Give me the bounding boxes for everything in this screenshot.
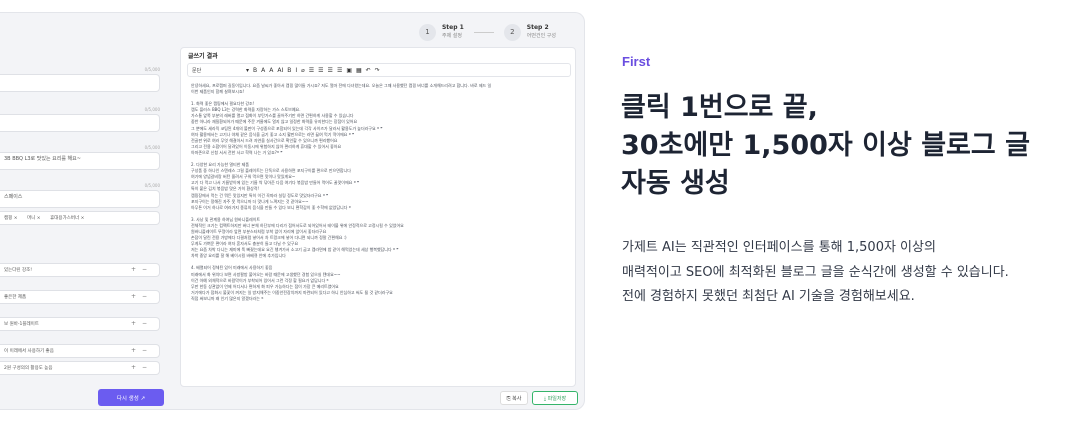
outline-row[interactable]: 보 원바-1플레이트 +− (0, 317, 160, 331)
outline-row-label: 이 이래에서 사용하기 좋음 (4, 349, 54, 354)
dropdown-icon[interactable]: ▾ (246, 67, 249, 74)
settings-panel: 0/5,000 0/5,000 0/5,000 3B BBQ L3로 맛있는 요… (0, 47, 172, 375)
outline-row[interactable]: 있는다린 강조! +− (0, 263, 160, 277)
step-indicator: 1 Step 1 주제 설정 2 Step 2 어떤건인 구성 (418, 17, 556, 47)
plus-minus-icon[interactable]: +− (131, 347, 153, 354)
step-2-title: Step 2 (526, 24, 549, 31)
char-counter: 0/5,000 (144, 67, 160, 72)
keyword-chip[interactable]: 머니 × (27, 215, 40, 222)
plus-minus-icon[interactable]: +− (131, 364, 153, 371)
italic-icon[interactable]: I (295, 67, 297, 74)
description-line: 전에 경험하지 못했던 최첨단 AI 기술을 경험해보세요. (622, 289, 915, 304)
step-2-number: 2 (503, 23, 521, 41)
keyword-chip[interactable]: 캠핑 × (4, 215, 17, 222)
action-bar: 다시 생성 ↗ ⎘ 복사 ⤓ 파일저장 (0, 387, 584, 409)
numbered-list-icon[interactable]: ☰ (318, 67, 323, 74)
step-1-title: Step 1 (441, 24, 464, 31)
headline-line: 클릭 1번으로 끝, (621, 92, 818, 123)
save-file-button[interactable]: ⤓ 파일저장 (532, 391, 578, 405)
image-icon[interactable]: ▣ (346, 67, 352, 74)
step-1-number: 1 (418, 23, 436, 41)
outline-row[interactable]: 이 이래에서 사용하기 좋음 +− (0, 344, 160, 358)
outline-row-label: 보 원바-1플레이트 (4, 322, 39, 327)
undo-icon[interactable]: ↶ (366, 67, 371, 74)
description: 가제트 AI는 직관적인 인터페이스를 통해 1,500자 이상의 매력적이고 … (622, 236, 1074, 310)
table-icon[interactable]: ▦ (356, 67, 362, 74)
step-1-subtitle: 주제 설정 (441, 33, 462, 39)
step-1[interactable]: 1 Step 1 주제 설정 (418, 23, 464, 41)
outline-row[interactable]: 좋은한 제품 +− (0, 290, 160, 304)
plus-minus-icon[interactable]: +− (131, 266, 153, 273)
input-field-2[interactable] (0, 114, 160, 132)
section-eyebrow: First (622, 54, 651, 69)
outline-row-label: 좋은한 제품 (4, 295, 27, 300)
input-field-1[interactable] (0, 74, 160, 92)
copy-button[interactable]: ⎘ 복사 (500, 391, 528, 405)
ai-icon[interactable]: AI (277, 67, 283, 74)
step-connector (473, 31, 494, 33)
outline-row[interactable]: 2원 구성의의 활용도 높음 +− (0, 361, 160, 375)
product-screenshot: 1 Step 1 주제 설정 2 Step 2 어떤건인 구성 0/5,000 … (0, 12, 585, 410)
char-counter: 0/5,000 (144, 145, 160, 150)
paragraph-select[interactable]: 문단 (192, 67, 242, 74)
editor-content[interactable]: 안녕하세요, 프로캠퍼 길동이입니다. 요즘 날씨가 좋아서 캠핑 많이들 가시… (187, 79, 571, 386)
keyword-chips[interactable]: 캠핑 × 머니 × 휴대용가스버너 × (0, 211, 160, 225)
outdent-icon[interactable]: ☰ (328, 67, 333, 74)
font-color-icon[interactable]: A (261, 67, 265, 74)
bold-icon[interactable]: B (287, 67, 291, 74)
outline-row-label: 2원 구성의의 활용도 높음 (4, 366, 53, 371)
indent-icon[interactable]: ☰ (337, 67, 342, 74)
editor-line: 직접 써보니까 왜 인기 많은지 알겠더라는 ❝ (191, 295, 264, 301)
step-2-subtitle: 어떤건인 구성 (526, 33, 556, 39)
bullet-list-icon[interactable]: ☰ (309, 67, 314, 74)
result-editor: 글쓰기 결과 문단 ▾ B A A AI B I ⌀ ☰ ☰ ☰ ☰ ▣ ▦ ↶… (180, 47, 576, 387)
char-counter: 0/5,000 (144, 183, 160, 188)
brand-field[interactable]: 스페이스 (0, 190, 160, 208)
description-line: 가제트 AI는 직관적인 인터페이스를 통해 1,500자 이상의 (622, 240, 936, 255)
headline: 클릭 1번으로 끝, 30초에만 1,500자 이상 블로그 글 자동 생성 (621, 89, 1061, 203)
plus-minus-icon[interactable]: +− (131, 320, 153, 327)
regenerate-button[interactable]: 다시 생성 ↗ (98, 389, 164, 406)
editor-toolbar: 문단 ▾ B A A AI B I ⌀ ☰ ☰ ☰ ☰ ▣ ▦ ↶ ↷ (187, 63, 571, 77)
step-2[interactable]: 2 Step 2 어떤건인 구성 (503, 23, 556, 41)
outline-row-label: 있는다린 강조! (4, 268, 33, 273)
product-name-field[interactable]: 3B BBQ L3로 맛있는 요리를 해요~ (0, 152, 160, 170)
link-icon[interactable]: ⌀ (301, 67, 305, 74)
char-counter: 0/5,000 (144, 107, 160, 112)
redo-icon[interactable]: ↷ (375, 67, 380, 74)
headline-line: 30초에만 1,500자 이상 블로그 글 (621, 130, 1030, 161)
keyword-chip[interactable]: 휴대용가스버너 × (50, 215, 84, 222)
description-line: 매력적이고 SEO에 최적화된 블로그 글을 순식간에 생성할 수 있습니다. (622, 264, 1009, 280)
editor-title: 글쓰기 결과 (188, 53, 218, 60)
headline-line: 자동 생성 (621, 168, 730, 199)
highlight-icon[interactable]: A (269, 67, 273, 74)
bold-block-icon[interactable]: B (253, 67, 257, 74)
plus-minus-icon[interactable]: +− (131, 293, 153, 300)
